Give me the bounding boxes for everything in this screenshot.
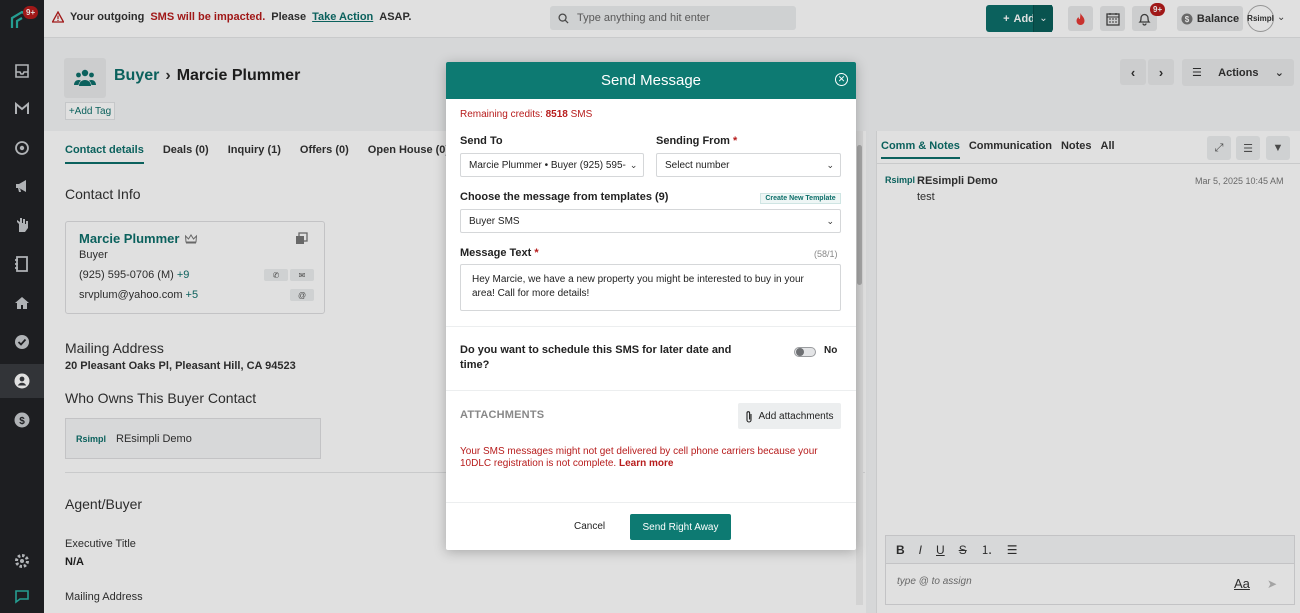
credits-label: Remaining credits: [460, 109, 543, 120]
message-text-label-row: Message Text * [460, 247, 539, 259]
template-label: Choose the message from templates (9) [460, 191, 669, 203]
schedule-toggle[interactable] [794, 347, 816, 357]
sending-from-label: Sending From [656, 135, 730, 147]
modal-header: Send Message ✕ [446, 62, 856, 99]
cancel-button[interactable]: Cancel [574, 521, 605, 532]
template-select[interactable]: Buyer SMS ⌄ [460, 209, 841, 233]
create-new-template-button[interactable]: Create New Template [760, 193, 841, 204]
10dlc-warning: Your SMS messages might not get delivere… [460, 446, 840, 470]
toggle-knob [796, 348, 804, 356]
message-textarea[interactable]: Hey Marcie, we have a new property you m… [460, 264, 841, 311]
chevron-down-icon: ⌄ [826, 159, 834, 170]
send-right-away-button[interactable]: Send Right Away [630, 514, 731, 540]
message-text-label: Message Text [460, 247, 532, 259]
send-to-select[interactable]: Marcie Plummer • Buyer (925) 595- ⌄ [460, 153, 644, 177]
schedule-toggle-label: No [824, 345, 838, 356]
modal-title: Send Message [600, 72, 702, 89]
send-to-label: Send To [460, 135, 503, 147]
modal-divider [446, 326, 856, 327]
template-value: Buyer SMS [469, 215, 520, 227]
required-marker: * [733, 135, 738, 147]
credits-value: 8518 [545, 109, 568, 120]
chevron-down-icon: ⌄ [629, 159, 638, 170]
add-attachments-label: Add attachments [758, 410, 834, 422]
remaining-credits: Remaining credits: 8518 SMS [460, 109, 592, 120]
add-attachments-button[interactable]: Add attachments [738, 403, 841, 429]
send-message-modal: Send Message ✕ Remaining credits: 8518 S… [446, 62, 856, 550]
close-icon[interactable]: ✕ [835, 73, 848, 86]
credits-unit: SMS [570, 109, 593, 120]
send-to-value: Marcie Plummer • Buyer (925) 595- [469, 159, 626, 171]
modal-divider [446, 390, 856, 391]
sending-from-label-row: Sending From * [656, 135, 737, 147]
sending-from-select[interactable]: Select number ⌄ [656, 153, 841, 177]
paperclip-icon [746, 410, 753, 423]
required-marker: * [534, 247, 539, 259]
character-count: (58/1) [814, 249, 838, 259]
schedule-question: Do you want to schedule this SMS for lat… [460, 344, 732, 371]
attachments-label: ATTACHMENTS [460, 409, 545, 421]
modal-divider [446, 502, 856, 503]
chevron-down-icon: ⌄ [826, 215, 834, 226]
sending-from-value: Select number [665, 159, 730, 171]
learn-more-link[interactable]: Learn more [619, 458, 673, 469]
